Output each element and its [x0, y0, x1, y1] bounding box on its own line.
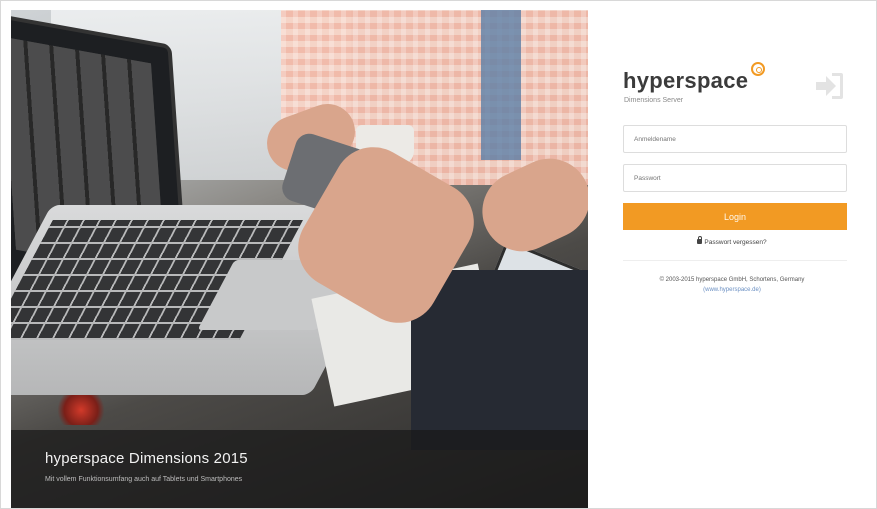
forgot-password-label: Passwort vergessen?	[704, 239, 767, 246]
forgot-password-link[interactable]: Passwort vergessen?	[588, 236, 876, 246]
sign-in-icon	[816, 73, 843, 99]
lock-icon	[697, 236, 703, 244]
page-frame: hyperspace Dimensions 2015 Mit vollem Fu…	[0, 0, 877, 509]
brand-logo: hyperspace Dimensions Server	[623, 62, 773, 108]
hyperspace-logo-mark-icon	[751, 62, 765, 76]
divider	[623, 260, 847, 261]
password-input[interactable]	[623, 164, 847, 192]
hero-caption: hyperspace Dimensions 2015 Mit vollem Fu…	[11, 430, 588, 508]
hero-title: hyperspace Dimensions 2015	[45, 450, 248, 467]
website-link[interactable]: (www.hyperspace.de)	[703, 287, 761, 293]
copyright-block: © 2003-2015 hyperspace GmbH, Schortens, …	[588, 275, 876, 295]
username-input[interactable]	[623, 125, 847, 153]
login-panel: hyperspace Dimensions Server Login Passw…	[588, 10, 876, 508]
hero-image: hyperspace Dimensions 2015 Mit vollem Fu…	[11, 10, 588, 508]
hero-subtitle: Mit vollem Funktionsumfang auch auf Tabl…	[45, 476, 243, 483]
login-button[interactable]: Login	[623, 203, 847, 230]
brand-name: hyperspace	[623, 68, 749, 93]
copyright-text: © 2003-2015 hyperspace GmbH, Schortens, …	[659, 277, 805, 283]
brand-tagline: Dimensions Server	[624, 97, 684, 104]
